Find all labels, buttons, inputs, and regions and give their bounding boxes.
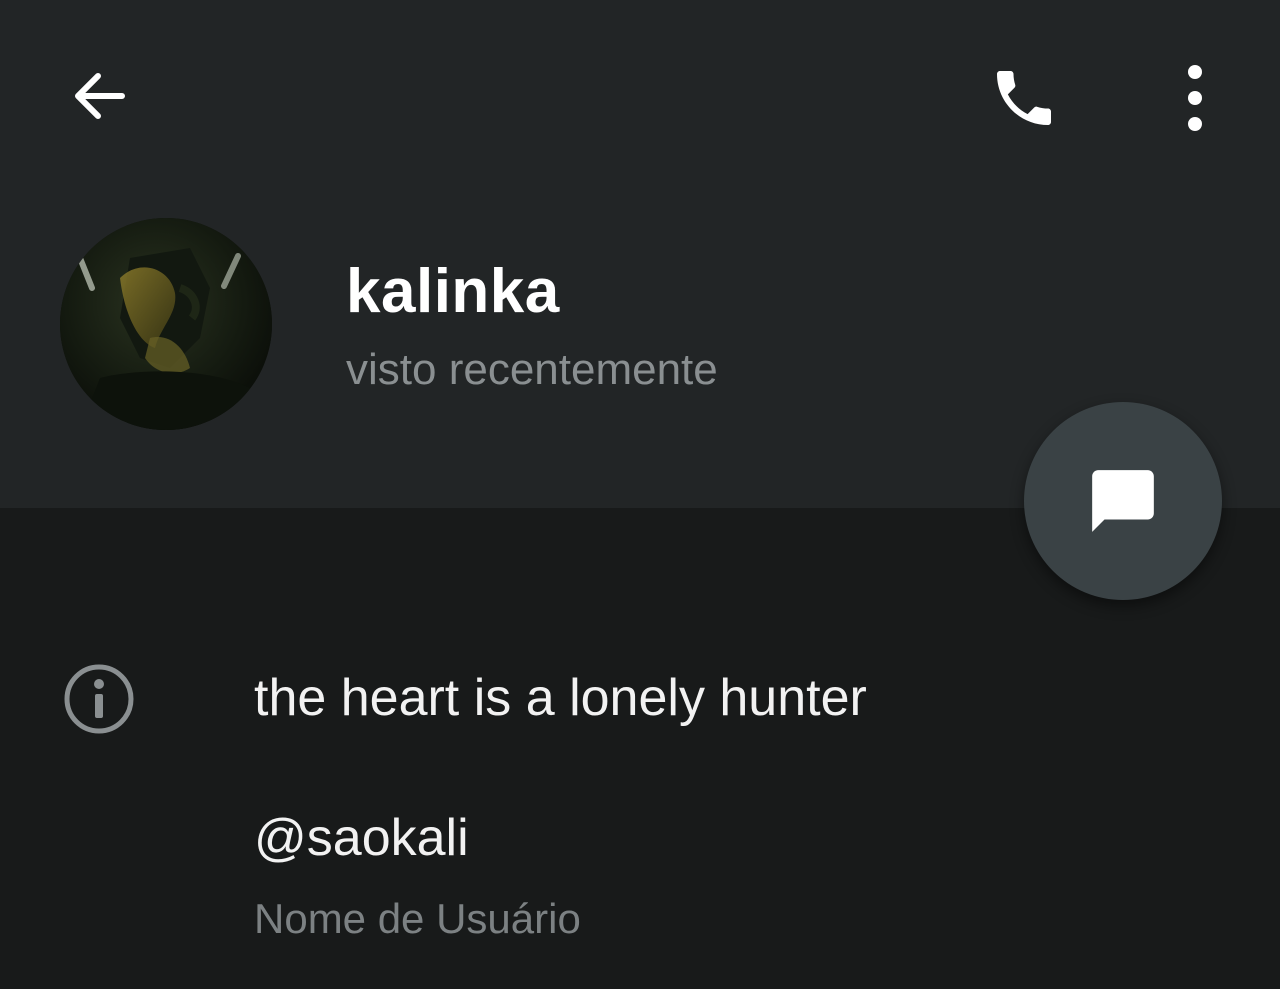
message-bubble-icon [1092,470,1154,532]
phone-icon [997,71,1051,125]
profile-photo [60,218,272,430]
call-button[interactable] [972,46,1076,150]
bio-text: the heart is a lonely hunter [254,669,867,727]
send-message-button[interactable] [1024,402,1222,600]
profile-screen: kalinka visto recentemente the heart is … [0,0,1280,989]
more-vertical-icon [1188,65,1202,131]
back-button[interactable] [50,46,150,146]
profile-name: kalinka [346,257,560,326]
username-value[interactable]: @saokali [254,804,469,872]
arrow-left-icon [75,73,125,119]
last-seen-status: visto recentemente [346,345,718,394]
avatar[interactable] [60,218,272,430]
info-circle-icon [62,662,136,736]
more-options-button[interactable] [1150,46,1240,150]
username-label: Nome de Usuário [254,895,581,942]
